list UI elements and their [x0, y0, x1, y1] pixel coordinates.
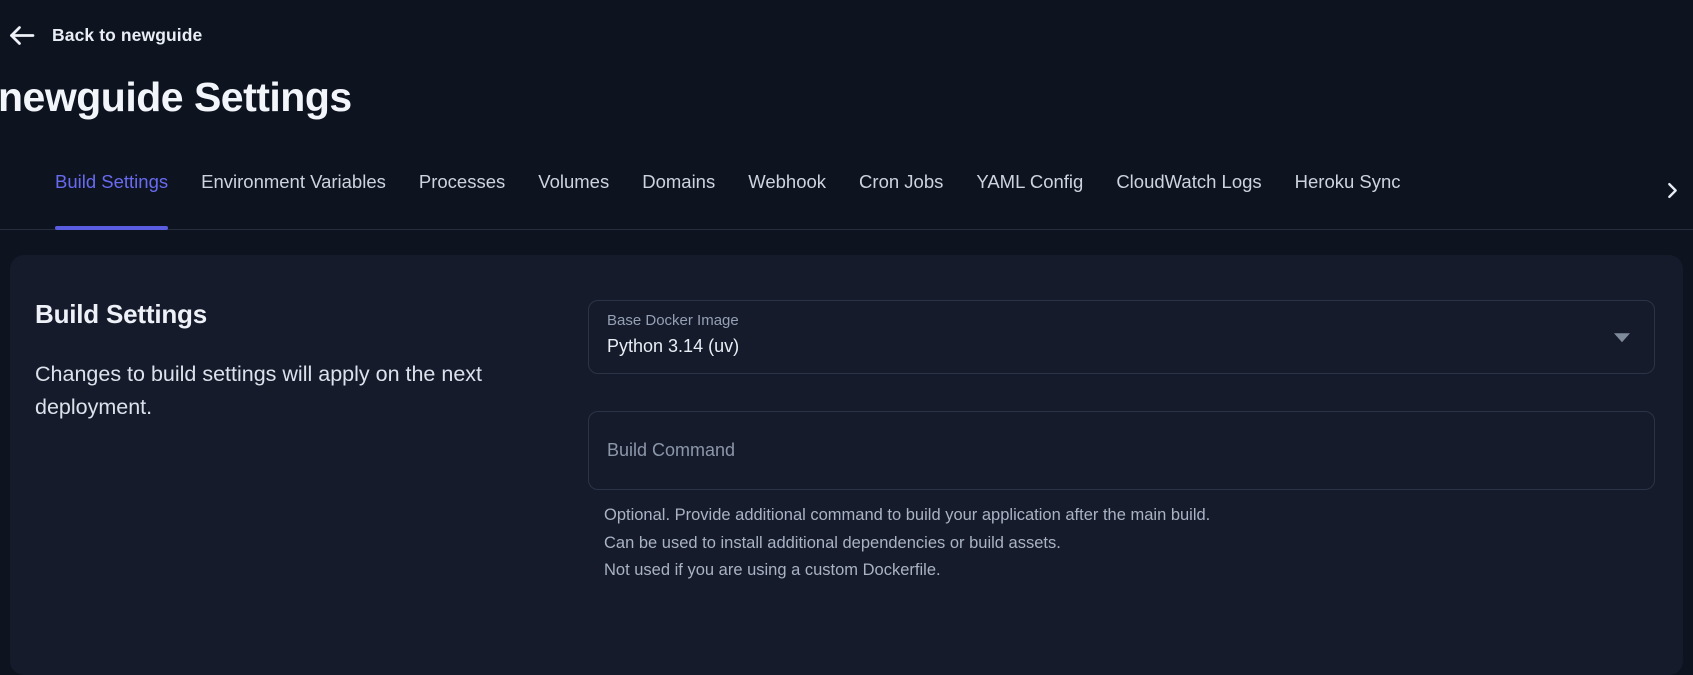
tab-webhook[interactable]: Webhook — [748, 172, 826, 229]
tabs-scroll-right-button[interactable] — [1664, 182, 1681, 229]
tab-bar: Build Settings Environment Variables Pro… — [0, 172, 1693, 231]
tab-volumes[interactable]: Volumes — [538, 172, 609, 229]
helper-line: Can be used to install additional depend… — [604, 533, 1061, 552]
tab-yaml-config[interactable]: YAML Config — [976, 172, 1083, 229]
panel-intro: Build Settings Changes to build settings… — [35, 291, 588, 675]
panel-form: Base Docker Image Python 3.14 (uv) Optio… — [588, 291, 1655, 675]
back-link[interactable]: Back to newguide — [8, 24, 202, 47]
tab-cron-jobs[interactable]: Cron Jobs — [859, 172, 943, 229]
chevron-right-icon — [1664, 182, 1681, 199]
base-docker-image-select[interactable]: Base Docker Image Python 3.14 (uv) — [588, 300, 1655, 375]
tab-environment-variables[interactable]: Environment Variables — [201, 172, 386, 229]
tab-build-settings[interactable]: Build Settings — [55, 172, 169, 231]
helper-line: Optional. Provide additional command to … — [604, 506, 1211, 525]
build-command-helper: Optional. Provide additional command to … — [588, 502, 1655, 585]
tab-heroku-sync[interactable]: Heroku Sync — [1295, 172, 1401, 229]
helper-line: Not used if you are using a custom Docke… — [604, 561, 941, 580]
tab-domains[interactable]: Domains — [642, 172, 715, 229]
build-command-field — [588, 411, 1655, 491]
panel-description: Changes to build settings will apply on … — [35, 362, 482, 420]
back-link-label: Back to newguide — [52, 25, 203, 45]
tab-cloudwatch-logs[interactable]: CloudWatch Logs — [1116, 172, 1261, 229]
topbar: Back to newguide — [0, 0, 1693, 52]
panel-title: Build Settings — [35, 299, 207, 330]
build-command-input[interactable] — [607, 440, 1636, 462]
page-title: newguide Settings — [0, 74, 352, 120]
dropdown-caret-icon — [1614, 333, 1630, 343]
build-settings-panel: Build Settings Changes to build settings… — [10, 255, 1683, 675]
tab-processes[interactable]: Processes — [419, 172, 505, 229]
base-docker-image-label: Base Docker Image — [607, 312, 739, 330]
arrow-left-icon — [8, 24, 35, 47]
base-docker-image-value: Python 3.14 (uv) — [607, 336, 740, 357]
